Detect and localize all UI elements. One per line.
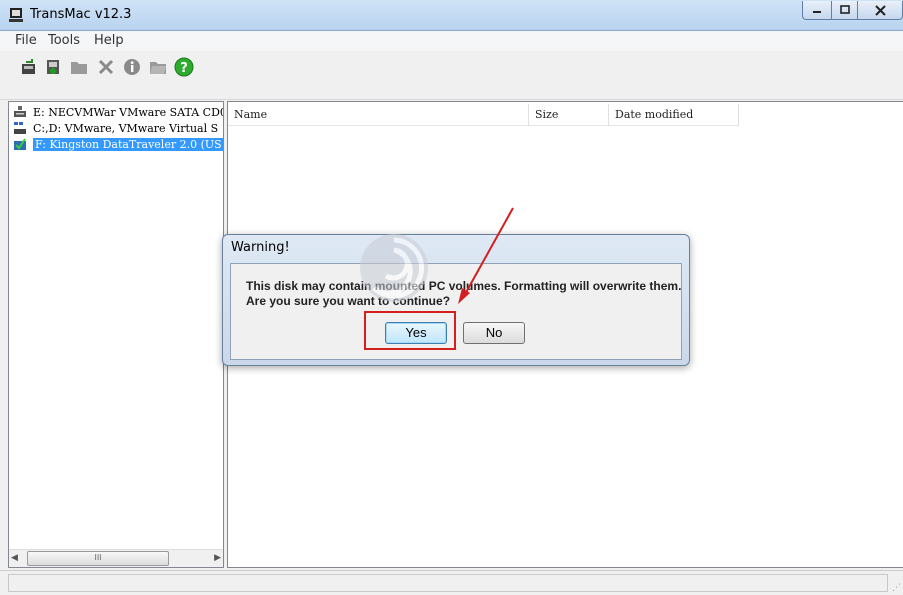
open-folder-icon	[150, 62, 166, 74]
window-title: TransMac v12.3	[30, 7, 132, 22]
menu-bar: File Tools Help	[0, 31, 903, 51]
toolbar: ?	[0, 51, 903, 100]
drive-refresh-button[interactable]	[18, 56, 40, 78]
usb-drive-icon	[14, 138, 26, 150]
cd-drive-icon	[14, 106, 26, 117]
folder-button[interactable]	[68, 56, 90, 78]
scroll-right-icon[interactable]: ▶	[214, 553, 221, 563]
folder-icon	[71, 62, 87, 74]
column-date-modified[interactable]: Date modified	[609, 104, 739, 126]
svg-text:?: ?	[180, 61, 188, 76]
no-button[interactable]: No	[463, 322, 525, 344]
drive-refresh-icon	[22, 59, 35, 74]
help-icon: ?	[174, 57, 194, 77]
app-icon	[9, 8, 23, 22]
status-field	[8, 574, 888, 592]
maximize-icon	[839, 5, 850, 14]
minimize-icon	[813, 11, 821, 13]
scroll-thumb[interactable]: III	[27, 551, 169, 566]
info-icon	[124, 59, 140, 75]
new-image-icon	[47, 60, 59, 74]
column-name[interactable]: Name	[228, 104, 529, 126]
status-bar: ⋰	[0, 570, 903, 595]
close-button[interactable]	[857, 1, 903, 20]
delete-icon	[98, 59, 114, 75]
menu-help[interactable]: Help	[94, 33, 124, 48]
drive-tree[interactable]: E: NECVMWar VMware SATA CD01 (A C:,D: VM…	[8, 101, 224, 568]
scroll-left-icon[interactable]: ◀	[11, 553, 18, 563]
menu-file[interactable]: File	[15, 33, 37, 48]
minimize-button[interactable]	[802, 1, 832, 20]
title-bar: TransMac v12.3	[0, 0, 903, 31]
open-folder-button[interactable]	[147, 56, 169, 78]
info-button[interactable]	[121, 56, 143, 78]
delete-button[interactable]	[95, 56, 117, 78]
close-icon	[874, 4, 886, 16]
tree-item-usb-drive[interactable]: F: Kingston DataTraveler 2.0 (US	[13, 136, 223, 152]
tree-item-cd-drive[interactable]: E: NECVMWar VMware SATA CD01 (A	[13, 104, 223, 120]
hard-disk-icon	[14, 122, 26, 134]
new-image-button[interactable]	[42, 56, 64, 78]
annotation-arrow-icon	[458, 207, 514, 304]
menu-tools[interactable]: Tools	[48, 33, 80, 48]
dialog-title: Warning!	[231, 240, 290, 255]
help-button[interactable]: ?	[173, 56, 195, 78]
watermark-logo-icon	[360, 234, 428, 302]
tree-item-hard-disk[interactable]: C:,D: VMware, VMware Virtual S	[13, 120, 223, 136]
yes-highlight-box	[364, 311, 456, 350]
resize-grip-icon[interactable]: ⋰	[892, 583, 901, 593]
column-size[interactable]: Size	[529, 104, 609, 126]
maximize-button[interactable]	[831, 1, 858, 20]
horizontal-scrollbar[interactable]: ◀ III ▶	[9, 549, 223, 567]
